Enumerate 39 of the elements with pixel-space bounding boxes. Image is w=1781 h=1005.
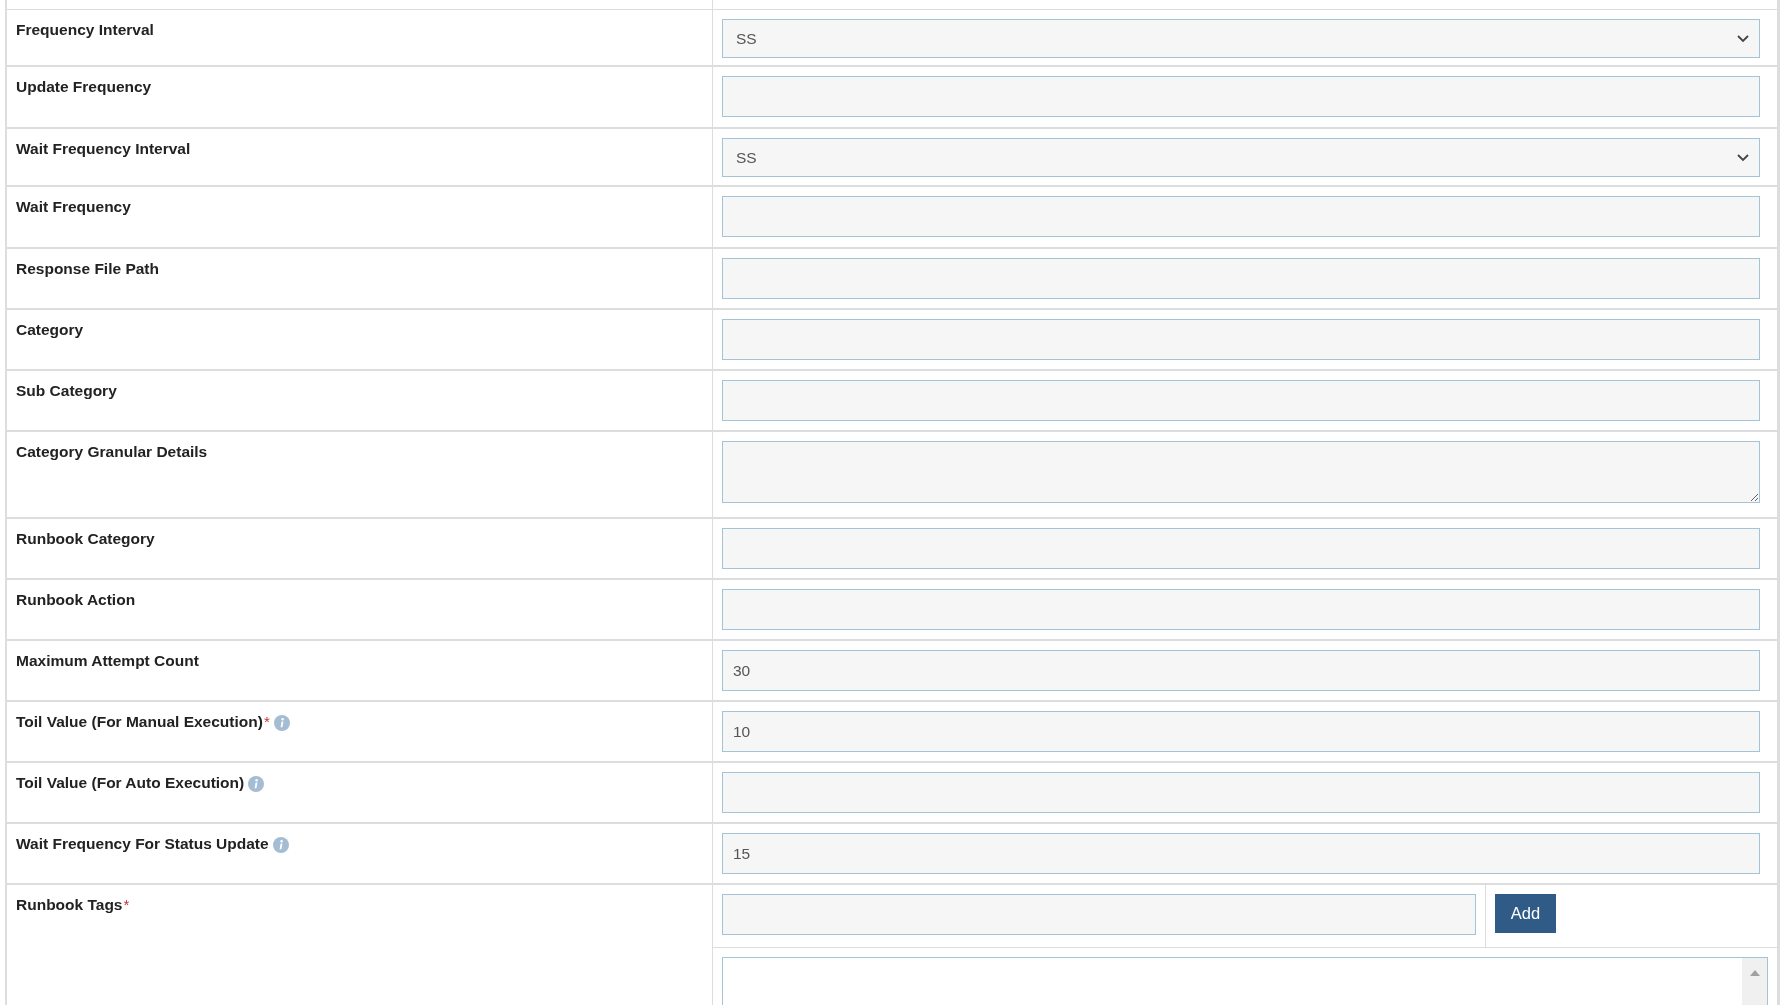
- input-field[interactable]: [722, 196, 1760, 237]
- chevron-down-icon: [1737, 34, 1749, 43]
- input-field[interactable]: [722, 589, 1760, 630]
- field-label: Wait Frequency: [16, 198, 131, 216]
- info-icon[interactable]: [248, 776, 265, 792]
- input-field[interactable]: [722, 528, 1760, 569]
- required-mark: *: [263, 713, 270, 730]
- input-field[interactable]: [722, 772, 1760, 813]
- field-label: Category Granular Details: [16, 443, 208, 461]
- field-label: Frequency Interval: [16, 21, 154, 39]
- field-label: Runbook Tags: [16, 896, 123, 914]
- field-label: Toil Value (For Manual Execution): [16, 713, 263, 731]
- add-button[interactable]: Add: [1495, 894, 1556, 933]
- field-label: Runbook Category: [16, 530, 155, 548]
- input-field[interactable]: 15: [722, 833, 1760, 874]
- field-label: Category: [16, 321, 84, 339]
- select-field[interactable]: SS: [722, 19, 1760, 58]
- field-label: Runbook Action: [16, 591, 136, 609]
- input-field[interactable]: [722, 319, 1760, 360]
- scroll-up-icon[interactable]: [1749, 970, 1760, 976]
- field-label: Wait Frequency Interval: [16, 140, 191, 158]
- field-label: Maximum Attempt Count: [16, 652, 199, 670]
- required-mark: *: [123, 896, 130, 913]
- info-icon[interactable]: [272, 837, 289, 853]
- text-area[interactable]: [722, 441, 1760, 503]
- field-label: Wait Frequency For Status Update: [16, 835, 269, 853]
- chevron-down-icon: [1737, 153, 1749, 162]
- input-field[interactable]: [722, 380, 1760, 421]
- select-field[interactable]: SS: [722, 138, 1760, 177]
- info-icon[interactable]: [273, 715, 290, 731]
- tag-input-field[interactable]: [722, 894, 1476, 935]
- field-label: Update Frequency: [16, 78, 152, 96]
- input-field[interactable]: 10: [722, 711, 1760, 752]
- field-label: Sub Category: [16, 382, 117, 400]
- input-field[interactable]: 30: [722, 650, 1760, 691]
- input-field[interactable]: [722, 76, 1760, 117]
- field-label: Toil Value (For Auto Execution): [16, 774, 245, 792]
- input-field[interactable]: [722, 258, 1760, 299]
- field-label: Response File Path: [16, 260, 159, 278]
